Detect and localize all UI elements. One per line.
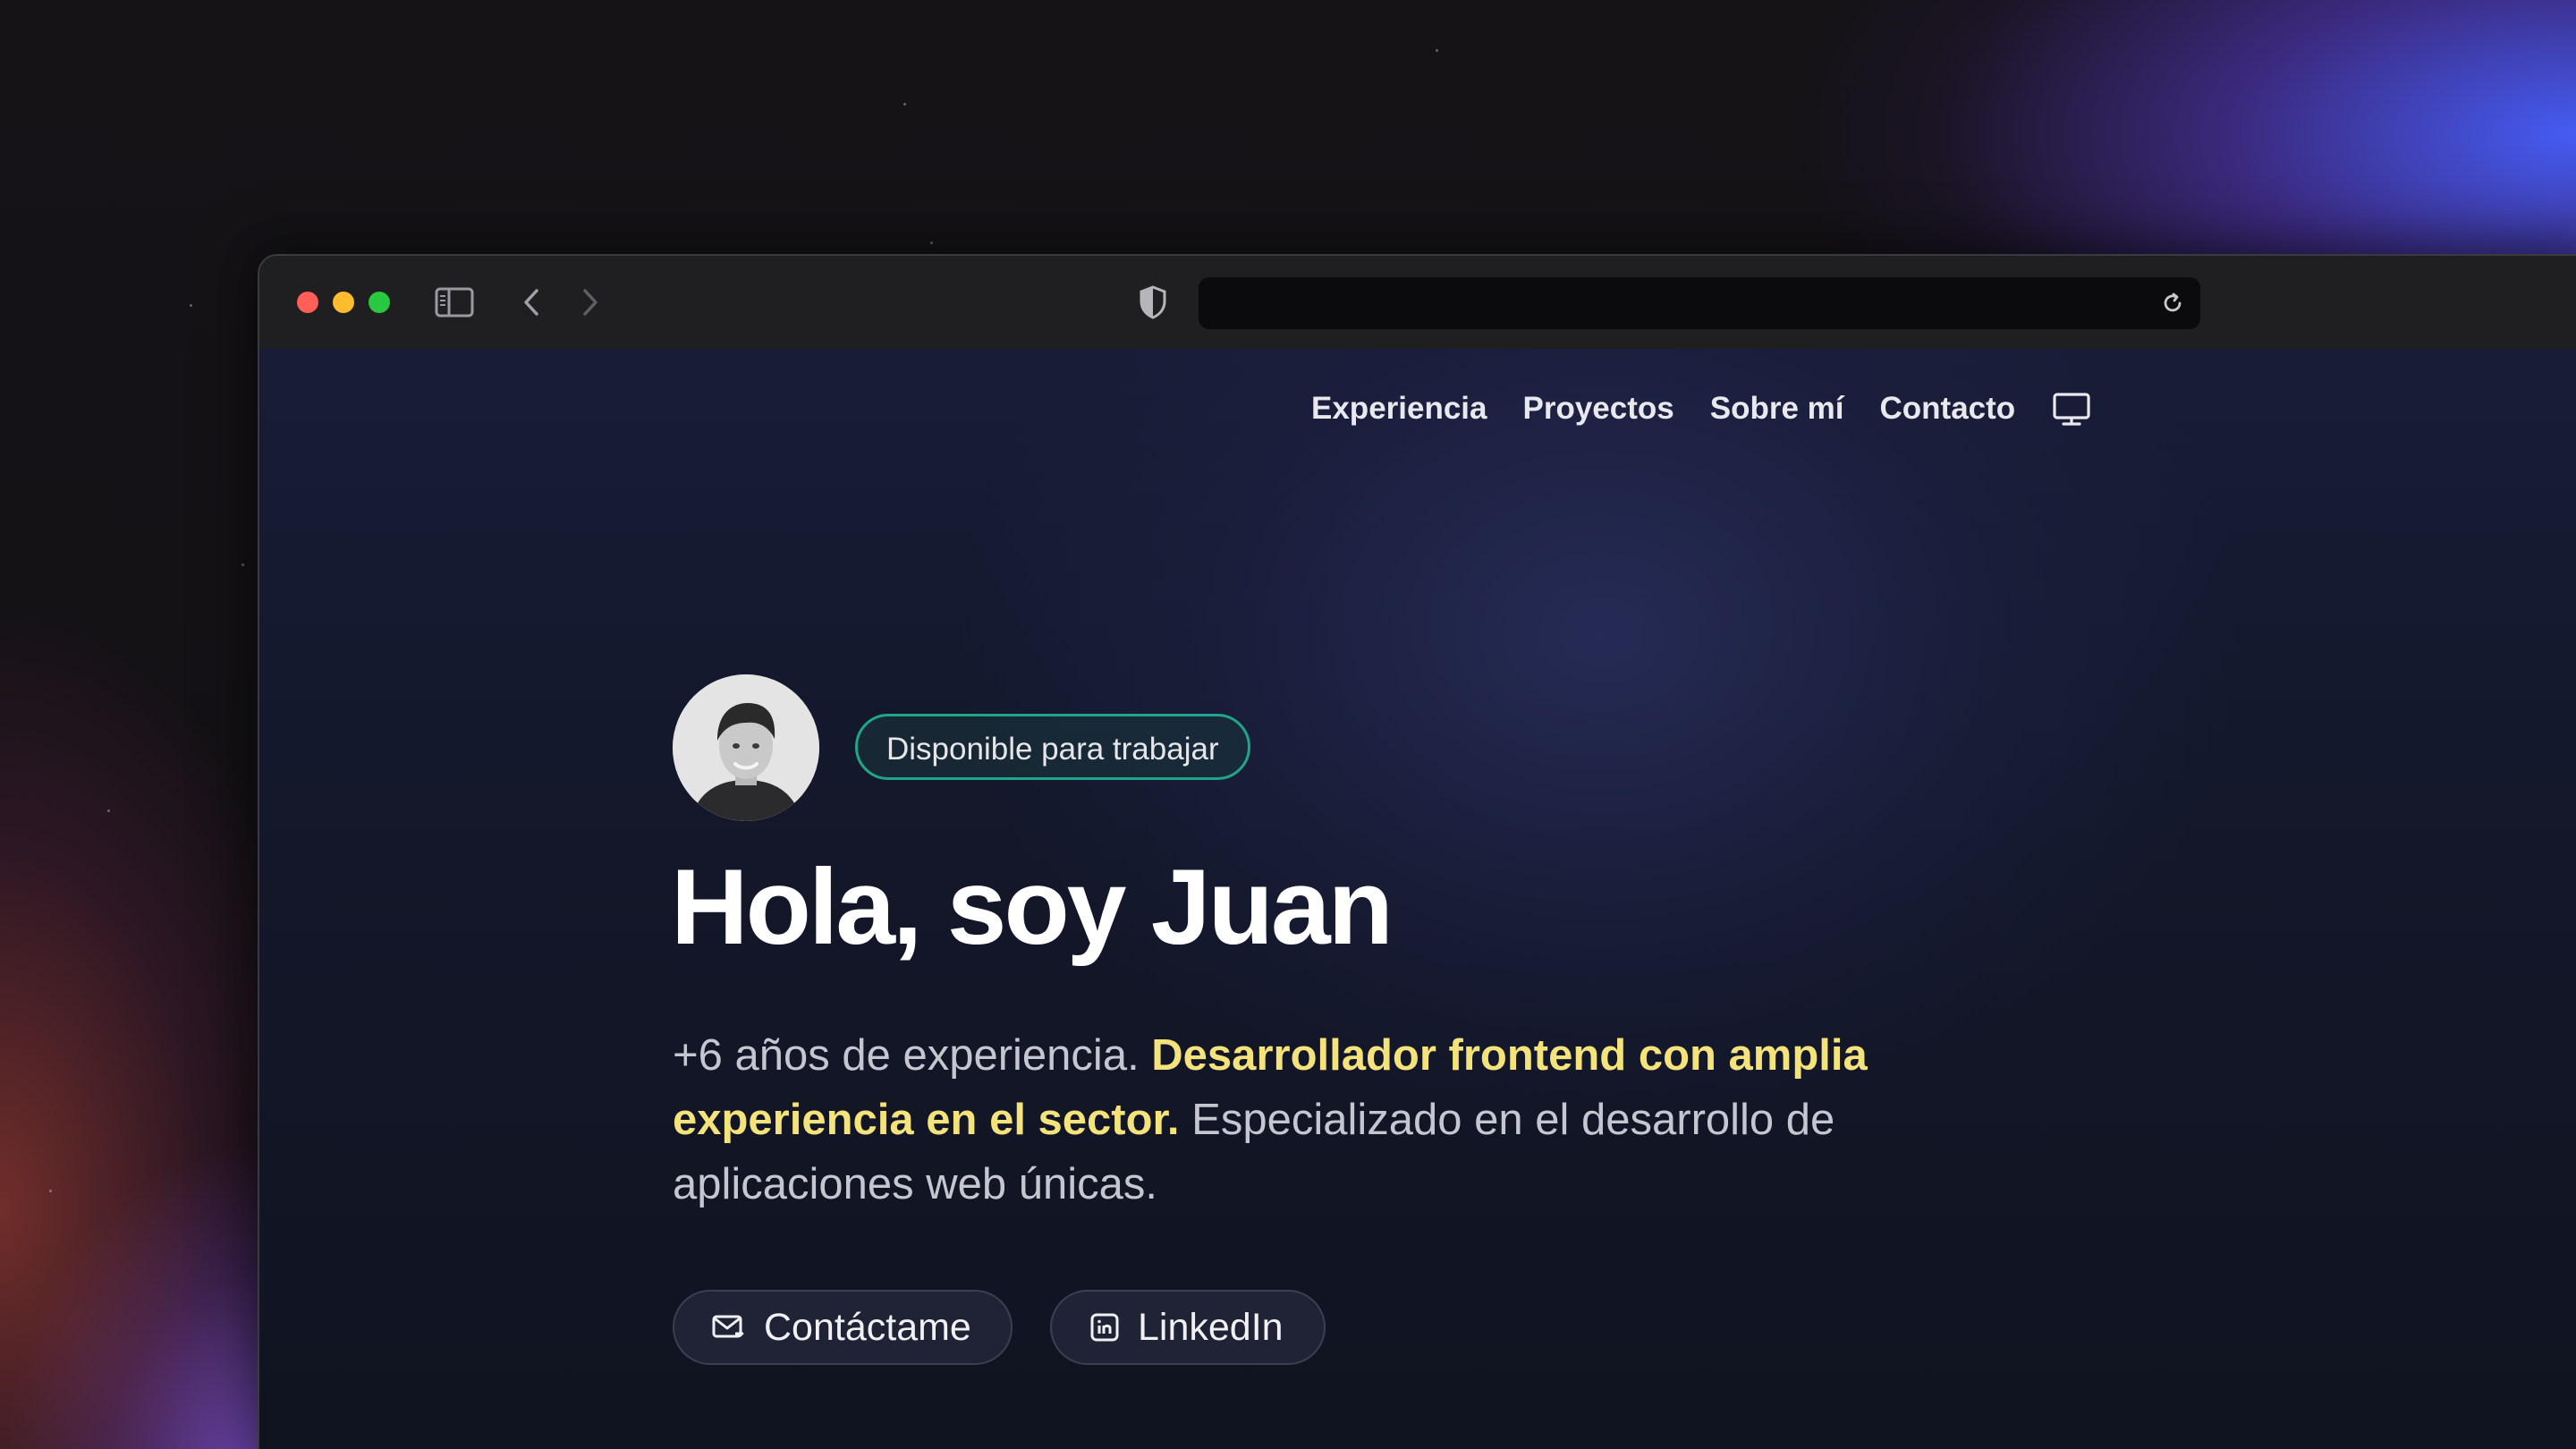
linkedin-button[interactable]: LinkedIn bbox=[1050, 1290, 1326, 1365]
profile-photo bbox=[673, 674, 819, 821]
star bbox=[107, 809, 110, 812]
address-bar[interactable] bbox=[1199, 277, 2200, 329]
nav-link-sobre-mi[interactable]: Sobre mí bbox=[1710, 391, 1844, 427]
star bbox=[903, 103, 906, 106]
sidebar-toggle-icon[interactable] bbox=[435, 286, 474, 318]
nav-link-proyectos[interactable]: Proyectos bbox=[1523, 391, 1674, 427]
star bbox=[190, 304, 192, 307]
browser-toolbar bbox=[259, 256, 2576, 349]
star bbox=[242, 564, 244, 566]
availability-badge: Disponible para trabajar bbox=[855, 714, 1250, 780]
hero-description: +6 años de experiencia. Desarrollador fr… bbox=[673, 1023, 1996, 1216]
page-title: Hola, soy Juan bbox=[671, 847, 1394, 967]
shield-icon[interactable] bbox=[1138, 284, 1168, 320]
description-intro: +6 años de experiencia. bbox=[673, 1031, 1152, 1080]
back-icon[interactable] bbox=[519, 286, 544, 318]
reload-icon[interactable] bbox=[2159, 290, 2186, 317]
linkedin-icon bbox=[1090, 1313, 1119, 1342]
avatar bbox=[673, 674, 819, 821]
site-nav: Experiencia Proyectos Sobre mí Contacto bbox=[1311, 388, 2092, 429]
linkedin-button-label: LinkedIn bbox=[1138, 1305, 1284, 1349]
contact-button-label: Contáctame bbox=[764, 1305, 971, 1349]
maximize-window-button[interactable] bbox=[369, 292, 390, 313]
forward-icon[interactable] bbox=[578, 286, 603, 318]
nav-link-experiencia[interactable]: Experiencia bbox=[1311, 391, 1487, 427]
desktop-background: Experiencia Proyectos Sobre mí Contacto bbox=[0, 0, 2576, 1449]
browser-window: Experiencia Proyectos Sobre mí Contacto bbox=[258, 254, 2576, 1449]
star bbox=[930, 242, 933, 244]
nav-link-contacto[interactable]: Contacto bbox=[1880, 391, 2016, 427]
star bbox=[1436, 49, 1438, 52]
mail-icon bbox=[712, 1315, 744, 1338]
star bbox=[49, 1190, 52, 1192]
close-window-button[interactable] bbox=[297, 292, 318, 313]
contact-button[interactable]: Contáctame bbox=[673, 1290, 1013, 1365]
web-page: Experiencia Proyectos Sobre mí Contacto bbox=[259, 349, 2576, 1449]
monitor-icon[interactable] bbox=[2051, 388, 2092, 429]
minimize-window-button[interactable] bbox=[333, 292, 354, 313]
